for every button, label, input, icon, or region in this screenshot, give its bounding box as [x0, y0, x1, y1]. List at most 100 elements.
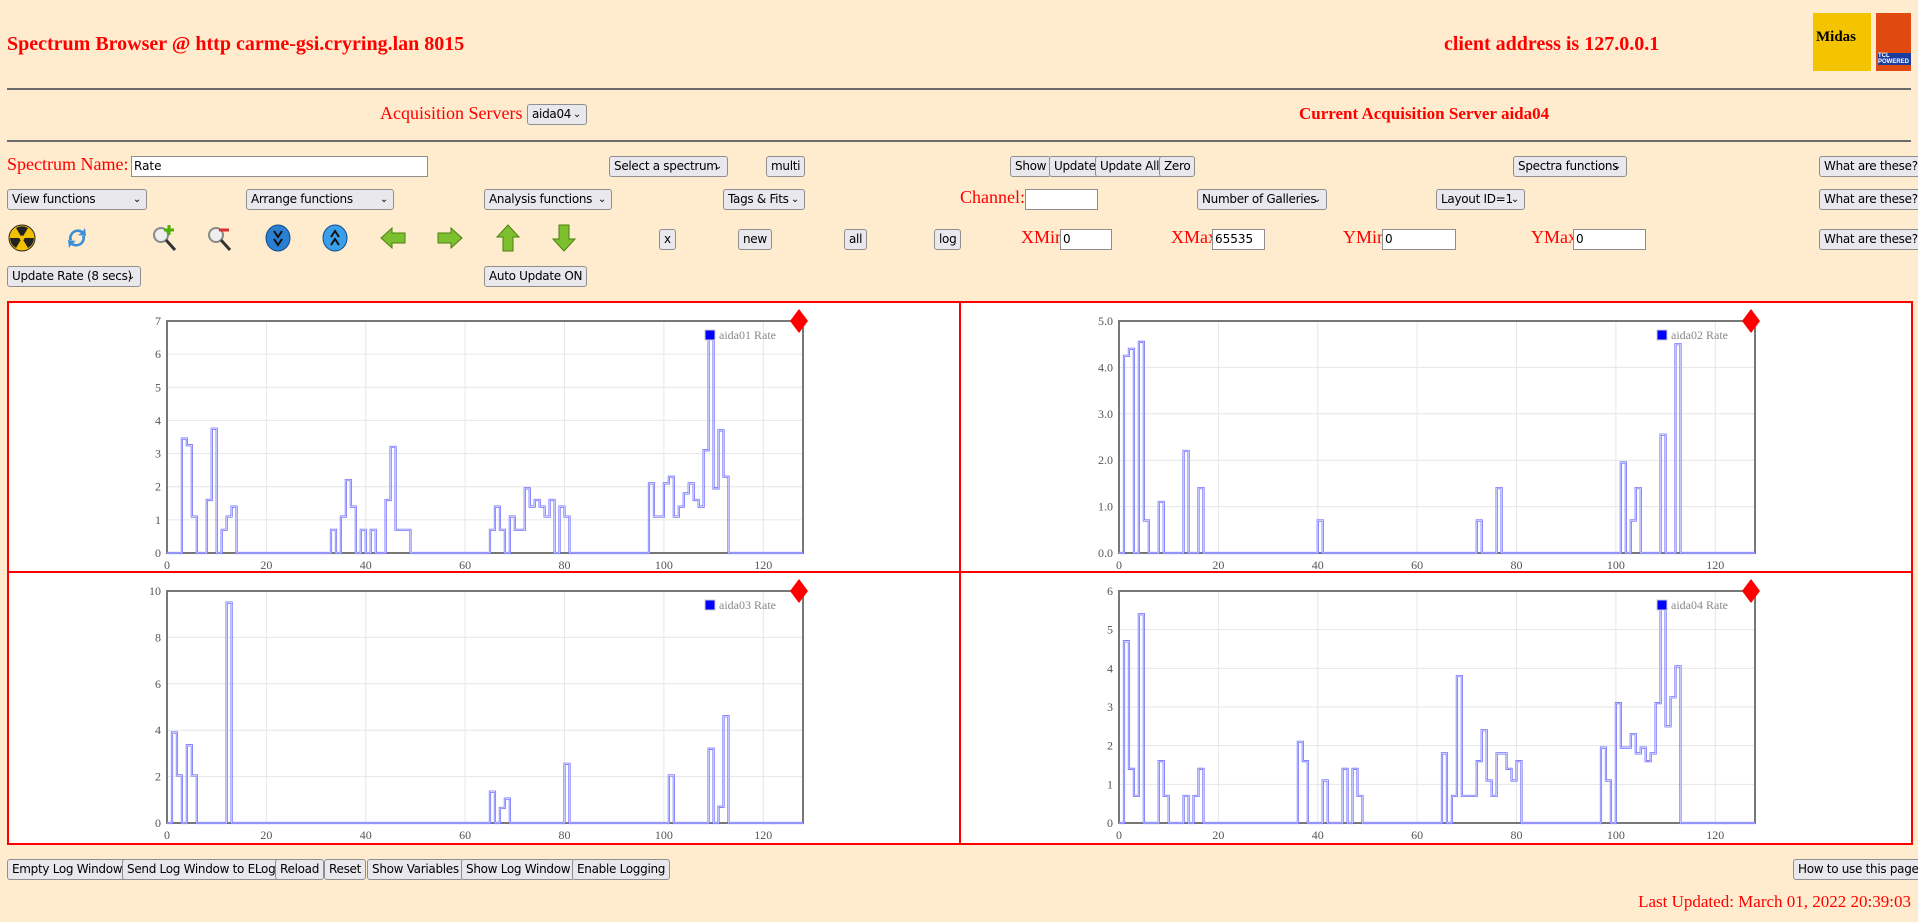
update-button[interactable]: Update: [1049, 156, 1101, 177]
how-to-use-button[interactable]: How to use this page: [1793, 859, 1918, 880]
x-tick-label: 40: [360, 828, 372, 842]
zero-button[interactable]: Zero: [1159, 156, 1196, 177]
midas-logo: Midas: [1813, 13, 1871, 71]
x-tick-label: 0: [164, 828, 170, 842]
show-log-window-button[interactable]: Show Log Window: [461, 859, 576, 880]
ymax-input[interactable]: 0: [1573, 229, 1646, 250]
y-tick-label: 5: [1107, 623, 1113, 637]
layout-id-dropdown[interactable]: Layout ID=1 ⌄: [1436, 189, 1525, 210]
y-tick-label: 3.0: [1098, 407, 1113, 421]
select-spectrum-dropdown[interactable]: Select a spectrum ⌄: [609, 156, 728, 177]
legend-swatch: [704, 599, 716, 611]
show-button[interactable]: Show: [1010, 156, 1052, 177]
reset-button[interactable]: Reset: [324, 859, 367, 880]
auto-update-button[interactable]: Auto Update ON: [484, 266, 588, 287]
spectrum-panel-aida03[interactable]: 0 20 40 60 80 100 120 0 2 4 6 8 10 aida03 Rate: [7, 571, 962, 845]
y-tick-label: 0: [1107, 816, 1113, 830]
legend-label: aida03 Rate: [719, 598, 776, 612]
spectrum-panel-aida01[interactable]: 0 20 40 60 80 100 120 0 1 2 3 4 5 6 7 aida01 Rate: [7, 301, 962, 574]
arrow-left-icon[interactable]: [378, 223, 408, 253]
x-tick-label: 80: [1511, 558, 1523, 572]
what-are-these-button[interactable]: What are these?: [1819, 229, 1918, 250]
send-log-to-elog-button[interactable]: Send Log Window to ELog: [122, 859, 281, 880]
x-tick-label: 120: [754, 558, 772, 572]
panel-select-diamond-icon[interactable]: [790, 309, 808, 333]
ymin-label: YMin: [1343, 227, 1387, 247]
reload-button[interactable]: Reload: [275, 859, 325, 880]
arrow-down-icon[interactable]: [549, 223, 579, 253]
spectrum-panel-aida02[interactable]: 0 20 40 60 80 100 120 0.0 1.0 2.0 3.0 4.0 5.0 aida02 …: [959, 301, 1913, 574]
x-tick-label: 100: [1607, 828, 1625, 842]
panel-select-diamond-icon[interactable]: [790, 579, 808, 603]
all-button[interactable]: all: [844, 229, 868, 250]
spectrum-chart: 0 20 40 60 80 100 120 0.0 1.0 2.0 3.0 4.0 5.0 aida02 …: [1098, 309, 1760, 572]
spectrum-panel-aida04[interactable]: 0 20 40 60 80 100 120 0 1 2 3 4 5 6 aida04 Rate: [959, 571, 1913, 845]
new-button[interactable]: new: [738, 229, 772, 250]
what-are-these-button[interactable]: What are these?: [1819, 189, 1918, 210]
xmax-input[interactable]: 65535: [1212, 229, 1265, 250]
x-tick-label: 120: [754, 828, 772, 842]
show-variables-button[interactable]: Show Variables: [367, 859, 464, 880]
y-tick-label: 6: [155, 347, 161, 361]
log-button[interactable]: log: [934, 229, 962, 250]
channel-label: Channel:: [960, 187, 1025, 207]
x-tick-label: 0: [1116, 558, 1122, 572]
spectrum-series-line: [167, 336, 803, 555]
divider: [7, 140, 1911, 142]
spectrum-name-input[interactable]: Rate: [131, 156, 428, 177]
x-tick-label: 60: [1411, 828, 1423, 842]
zoom-in-icon[interactable]: [150, 223, 180, 253]
number-of-galleries-dropdown[interactable]: Number of Galleries ⌄: [1197, 189, 1327, 210]
legend-swatch: [1656, 329, 1668, 341]
spectrum-chart: 0 20 40 60 80 100 120 0 1 2 3 4 5 6 7 aida01 Rate: [155, 309, 808, 572]
y-tick-label: 4: [155, 413, 161, 427]
multi-button[interactable]: multi: [766, 156, 806, 177]
expand-up-icon[interactable]: [320, 223, 350, 253]
arrow-up-icon[interactable]: [493, 223, 523, 253]
y-tick-label: 4: [1107, 661, 1113, 675]
divider: [7, 88, 1911, 90]
y-tick-label: 7: [155, 314, 161, 328]
panel-select-diamond-icon[interactable]: [1742, 309, 1760, 333]
x-tick-label: 80: [559, 558, 571, 572]
expand-down-icon[interactable]: [263, 223, 293, 253]
x-tick-label: 60: [459, 828, 471, 842]
ymin-input[interactable]: 0: [1382, 229, 1456, 250]
refresh-icon[interactable]: [62, 223, 92, 253]
update-rate-dropdown[interactable]: Update Rate (8 secs) ⌄: [7, 266, 141, 287]
channel-input[interactable]: [1025, 189, 1098, 210]
y-tick-label: 4: [155, 723, 161, 737]
y-tick-label: 1.0: [1098, 500, 1113, 514]
panel-select-diamond-icon[interactable]: [1742, 579, 1760, 603]
y-tick-label: 3: [1107, 700, 1113, 714]
view-functions-dropdown[interactable]: View functions ⌄: [7, 189, 147, 210]
x-tick-label: 20: [260, 828, 272, 842]
arrow-right-icon[interactable]: [435, 223, 465, 253]
y-tick-label: 2: [155, 770, 161, 784]
update-all-button[interactable]: Update All: [1095, 156, 1165, 177]
y-tick-label: 6: [1107, 584, 1113, 598]
radiation-icon[interactable]: [7, 223, 37, 253]
last-updated: Last Updated: March 01, 2022 20:39:03: [1638, 892, 1911, 911]
x-tick-label: 40: [1312, 828, 1324, 842]
analysis-functions-dropdown[interactable]: Analysis functions ⌄: [484, 189, 612, 210]
legend-swatch: [1656, 599, 1668, 611]
x-tick-label: 40: [360, 558, 372, 572]
legend-label: aida04 Rate: [1671, 598, 1728, 612]
empty-log-window-button[interactable]: Empty Log Window: [7, 859, 128, 880]
xmin-label: XMin: [1021, 227, 1065, 247]
legend-label: aida01 Rate: [719, 328, 776, 342]
x-tick-label: 0: [1116, 828, 1122, 842]
xmin-input[interactable]: 0: [1060, 229, 1112, 250]
acquisition-server-select[interactable]: aida04 ⌄: [527, 104, 587, 125]
zoom-out-icon[interactable]: [205, 223, 235, 253]
x-tick-label: 120: [1706, 828, 1724, 842]
what-are-these-button[interactable]: What are these?: [1819, 156, 1918, 177]
x-tick-label: 20: [260, 558, 272, 572]
arrange-functions-dropdown[interactable]: Arrange functions ⌄: [246, 189, 394, 210]
x-button[interactable]: x: [659, 229, 676, 250]
spectra-functions-dropdown[interactable]: Spectra functions ⌄: [1513, 156, 1627, 177]
tags-fits-dropdown[interactable]: Tags & Fits ⌄: [723, 189, 805, 210]
enable-logging-button[interactable]: Enable Logging: [572, 859, 671, 880]
y-tick-label: 10: [149, 584, 161, 598]
